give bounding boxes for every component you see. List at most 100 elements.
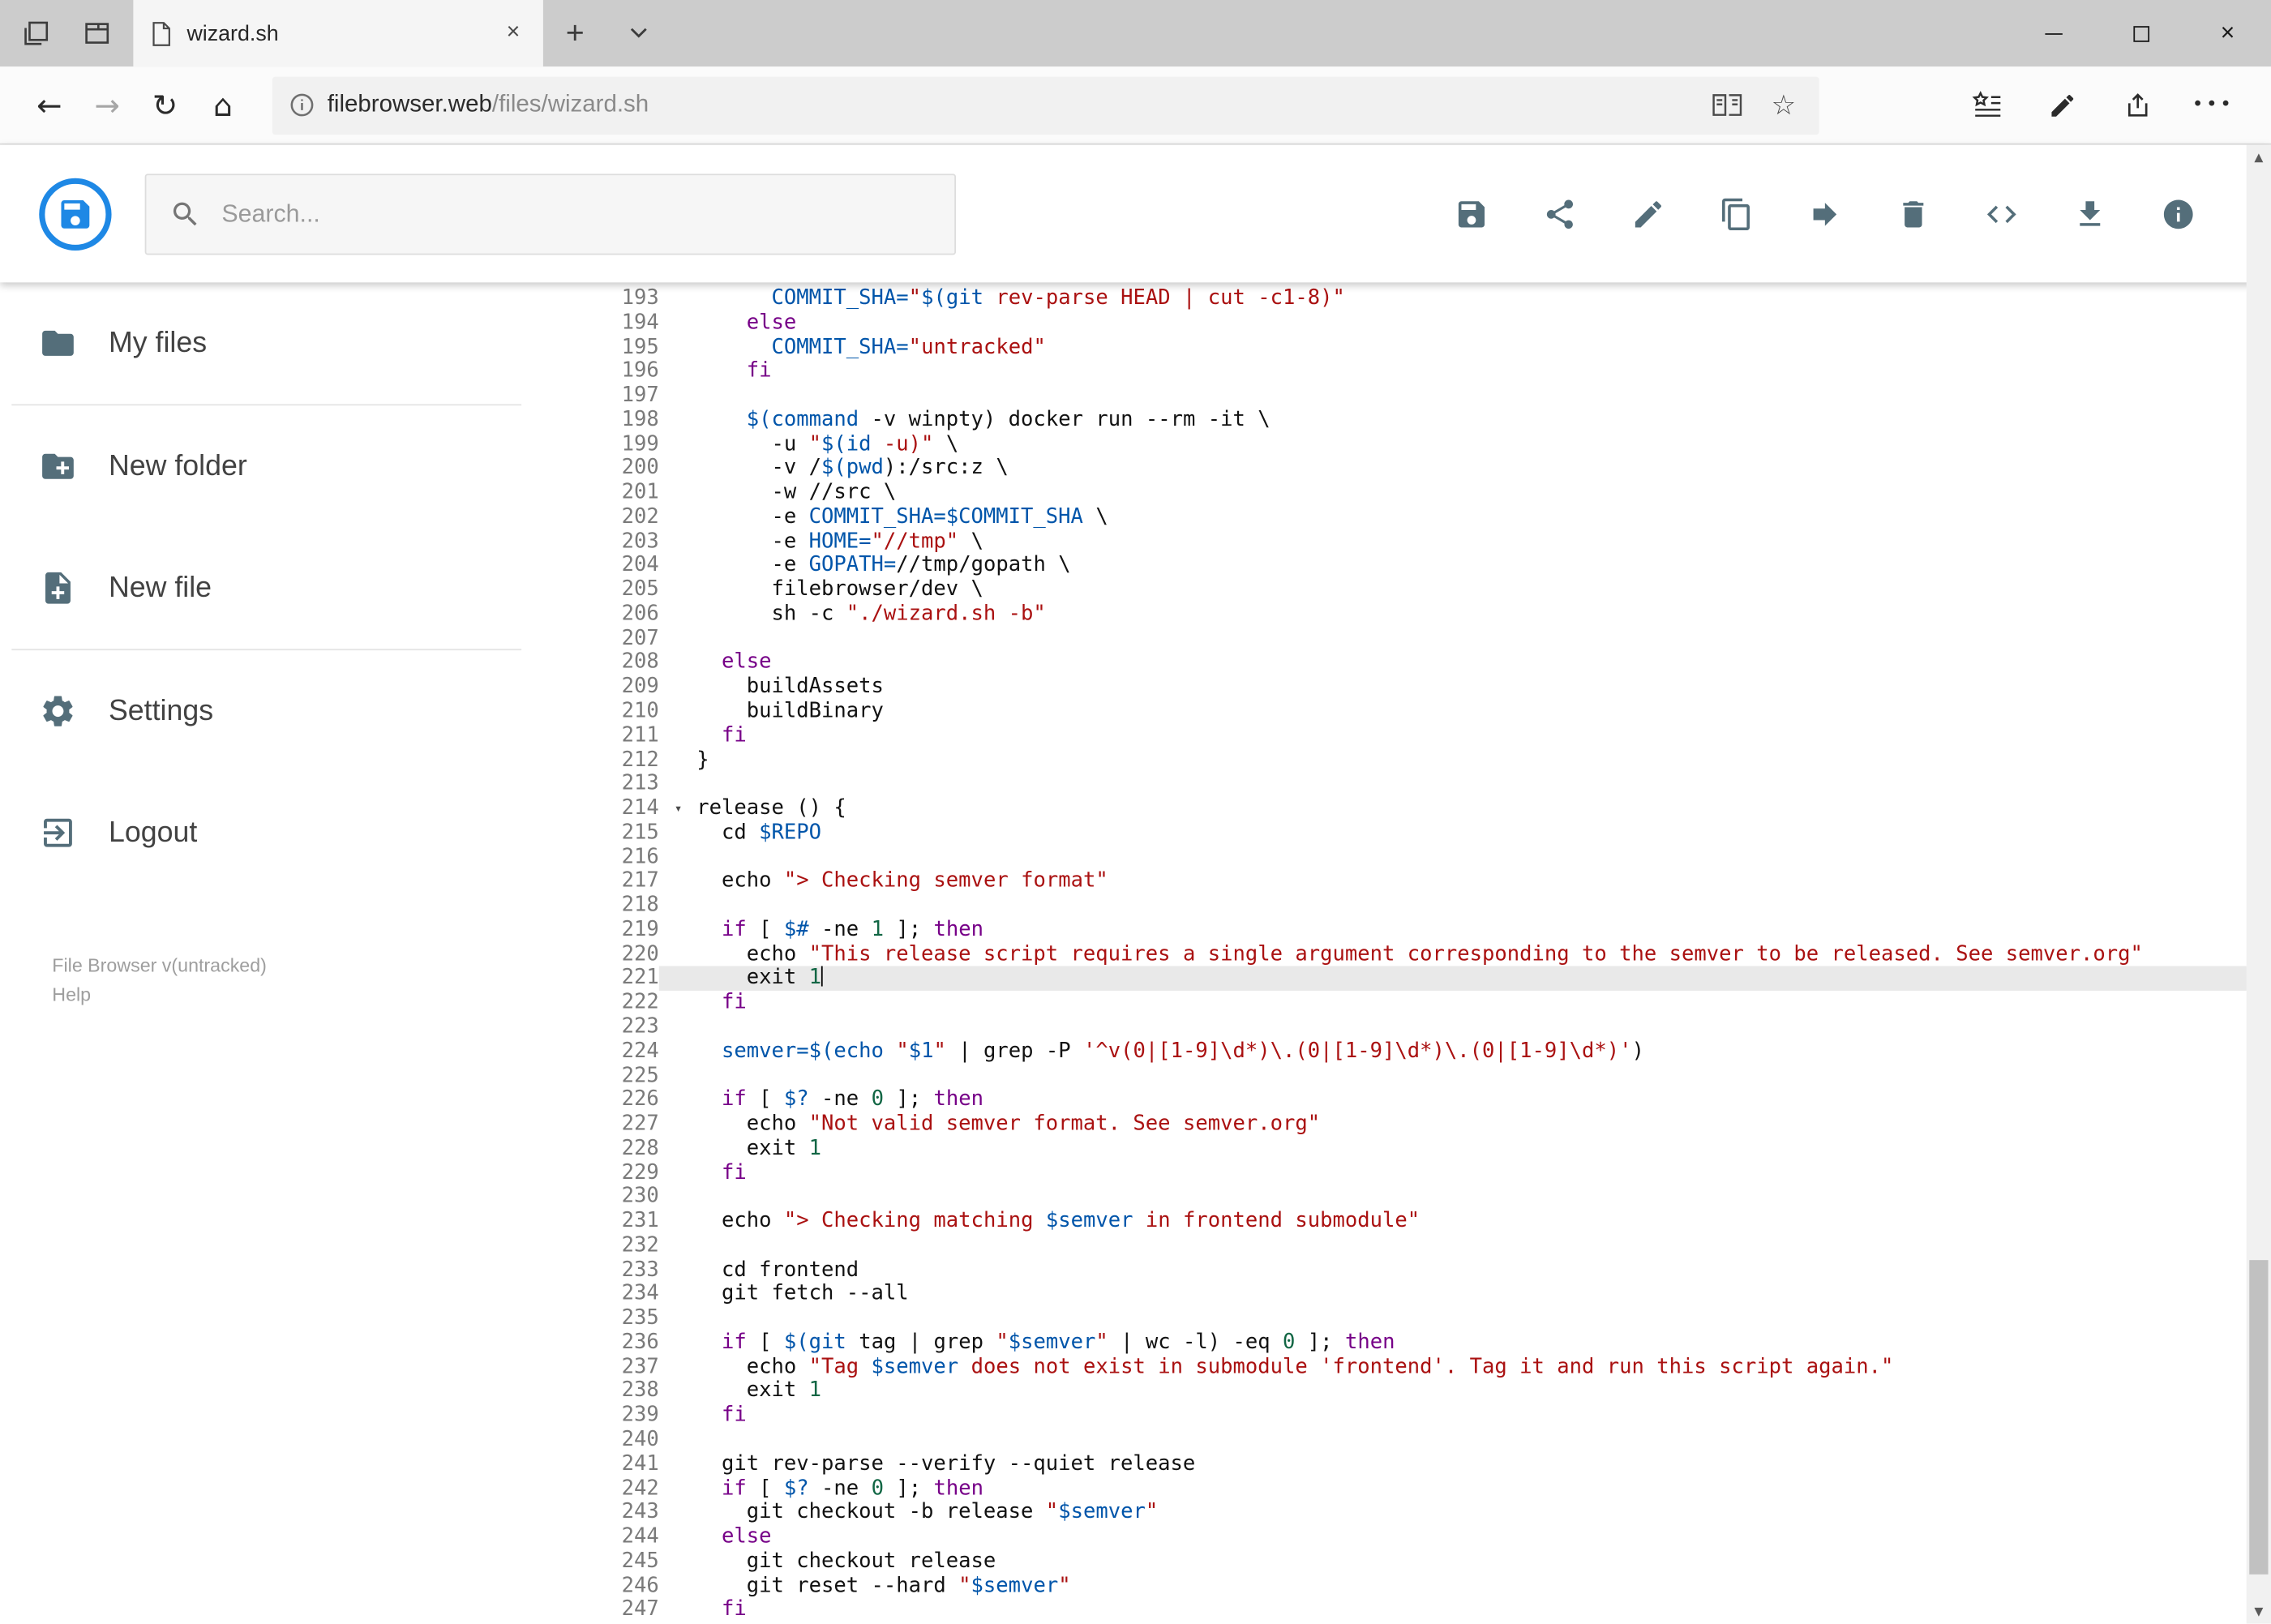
- code-line[interactable]: 235: [580, 1307, 2271, 1331]
- code-line[interactable]: 198 $(command -v winpty) docker run --rm…: [580, 408, 2271, 432]
- code-line[interactable]: 225: [580, 1064, 2271, 1088]
- share-button[interactable]: [2100, 76, 2175, 134]
- fold-marker-icon[interactable]: ▾: [675, 798, 683, 822]
- code-line[interactable]: 241 git rev-parse --verify --quiet relea…: [580, 1452, 2271, 1476]
- back-button[interactable]: ←: [20, 76, 78, 134]
- forward-button[interactable]: →: [78, 76, 135, 134]
- search-input[interactable]: [221, 199, 932, 229]
- filebrowser-logo[interactable]: [39, 177, 112, 251]
- code-line[interactable]: 215 cd $REPO: [580, 821, 2271, 846]
- code-line[interactable]: 209 buildAssets: [580, 675, 2271, 700]
- code-line[interactable]: 200 -v /$(pwd):/src:z \: [580, 456, 2271, 481]
- copy-button[interactable]: [1719, 196, 1754, 231]
- web-note-button[interactable]: [2025, 76, 2100, 134]
- code-line[interactable]: 210 buildBinary: [580, 700, 2271, 724]
- window-close-button[interactable]: ×: [2184, 0, 2271, 66]
- code-line[interactable]: 229 fi: [580, 1161, 2271, 1185]
- code-line[interactable]: 237 echo "Tag $semver does not exist in …: [580, 1356, 2271, 1380]
- code-line[interactable]: 217 echo "> Checking semver format": [580, 870, 2271, 894]
- code-line[interactable]: 207: [580, 627, 2271, 651]
- help-link[interactable]: Help: [52, 980, 579, 1009]
- code-line[interactable]: 193 COMMIT_SHA="$(git rev-parse HEAD | c…: [580, 287, 2271, 311]
- site-info-icon[interactable]: [289, 92, 314, 117]
- info-button[interactable]: [2161, 196, 2196, 231]
- code-line[interactable]: 213: [580, 773, 2271, 797]
- code-line[interactable]: 246 git reset --hard "$semver": [580, 1574, 2271, 1598]
- scroll-up-icon[interactable]: ▲: [2247, 145, 2271, 169]
- sidebar-item-my-files[interactable]: My files: [0, 282, 580, 404]
- address-bar[interactable]: filebrowser.web/files/wizard.sh ☆: [272, 75, 1819, 135]
- code-line[interactable]: 203 -e HOME="//tmp" \: [580, 529, 2271, 554]
- code-line[interactable]: 208 else: [580, 651, 2271, 675]
- favorite-star-icon[interactable]: ☆: [1772, 89, 1796, 121]
- code-line[interactable]: 222 fi: [580, 991, 2271, 1015]
- code-line[interactable]: 201 -w //src \: [580, 481, 2271, 505]
- code-editor[interactable]: 193 COMMIT_SHA="$(git rev-parse HEAD | c…: [580, 282, 2271, 1623]
- code-line[interactable]: 243 git checkout -b release "$semver": [580, 1501, 2271, 1525]
- code-line[interactable]: 242 if [ $? -ne 0 ]; then: [580, 1476, 2271, 1501]
- code-line[interactable]: 220 echo "This release script requires a…: [580, 942, 2271, 966]
- code-line[interactable]: 211 fi: [580, 724, 2271, 748]
- code-line[interactable]: 230: [580, 1185, 2271, 1210]
- sidebar-item-new-folder[interactable]: New folder: [0, 405, 580, 527]
- code-line[interactable]: 245 git checkout release: [580, 1549, 2271, 1574]
- window-maximize-button[interactable]: [2097, 0, 2184, 66]
- code-line[interactable]: 244 else: [580, 1525, 2271, 1549]
- reading-view-icon[interactable]: [1712, 92, 1742, 117]
- code-line[interactable]: 240: [580, 1428, 2271, 1452]
- code-line[interactable]: 212}: [580, 748, 2271, 773]
- refresh-button[interactable]: ↻: [136, 76, 194, 134]
- code-line[interactable]: 239 fi: [580, 1403, 2271, 1428]
- switch-view-button[interactable]: [1984, 196, 2019, 231]
- code-line[interactable]: 224 semver=$(echo "$1" | grep -P '^v(0|[…: [580, 1039, 2271, 1064]
- code-line[interactable]: 233 cd frontend: [580, 1258, 2271, 1283]
- code-line[interactable]: 194 else: [580, 311, 2271, 336]
- code-line[interactable]: 204 -e GOPATH=//tmp/gopath \: [580, 554, 2271, 578]
- home-button[interactable]: ⌂: [194, 76, 251, 134]
- code-line[interactable]: 236 if [ $(git tag | grep "$semver" | wc…: [580, 1331, 2271, 1356]
- code-line[interactable]: 196 fi: [580, 360, 2271, 384]
- scroll-down-icon[interactable]: ▼: [2247, 1599, 2271, 1623]
- set-aside-tabs-button[interactable]: [11, 9, 61, 58]
- code-line[interactable]: 216: [580, 846, 2271, 870]
- code-line[interactable]: 221 exit 1: [580, 966, 2271, 992]
- delete-button[interactable]: [1896, 196, 1930, 231]
- sidebar-item-logout[interactable]: Logout: [0, 772, 580, 893]
- hub-favorites-button[interactable]: [1949, 76, 2025, 134]
- code-line[interactable]: 227 echo "Not valid semver format. See s…: [580, 1112, 2271, 1137]
- code-line[interactable]: 205 filebrowser/dev \: [580, 578, 2271, 602]
- vertical-scrollbar[interactable]: ▲ ▼: [2246, 144, 2271, 1624]
- new-tab-button[interactable]: +: [543, 0, 607, 66]
- tab-list-button[interactable]: [607, 0, 671, 66]
- sidebar-item-new-file[interactable]: New file: [0, 527, 580, 649]
- window-minimize-button[interactable]: [2011, 0, 2097, 66]
- code-line[interactable]: 223: [580, 1015, 2271, 1039]
- scrollbar-thumb[interactable]: [2249, 1260, 2269, 1575]
- code-line[interactable]: 218: [580, 893, 2271, 918]
- download-button[interactable]: [2072, 196, 2107, 231]
- browser-tab[interactable]: wizard.sh ×: [133, 0, 543, 67]
- settings-menu-button[interactable]: •••: [2175, 76, 2251, 134]
- code-line[interactable]: 232: [580, 1234, 2271, 1258]
- code-line[interactable]: 214 ▾ release () {: [580, 797, 2271, 821]
- search-bar[interactable]: [144, 173, 957, 255]
- code-line[interactable]: 199 -u "$(id -u)" \: [580, 432, 2271, 456]
- code-line[interactable]: 197: [580, 384, 2271, 409]
- tab-close-button[interactable]: ×: [500, 21, 525, 45]
- save-button[interactable]: [1455, 196, 1489, 231]
- code-line[interactable]: 195 COMMIT_SHA="untracked": [580, 336, 2271, 360]
- code-line[interactable]: 226 if [ $? -ne 0 ]; then: [580, 1088, 2271, 1112]
- share-file-button[interactable]: [1543, 196, 1578, 231]
- code-line[interactable]: 231 echo "> Checking matching $semver in…: [580, 1210, 2271, 1234]
- rename-button[interactable]: [1630, 196, 1665, 231]
- code-line[interactable]: 234 git fetch --all: [580, 1283, 2271, 1307]
- code-line[interactable]: 219 if [ $# -ne 1 ]; then: [580, 918, 2271, 942]
- tab-preview-button[interactable]: [72, 9, 122, 58]
- sidebar-item-settings[interactable]: Settings: [0, 650, 580, 772]
- code-line[interactable]: 247 fi: [580, 1598, 2271, 1622]
- code-line[interactable]: 206 sh -c "./wizard.sh -b": [580, 602, 2271, 627]
- code-line[interactable]: 202 -e COMMIT_SHA=$COMMIT_SHA \: [580, 505, 2271, 529]
- code-line[interactable]: 238 exit 1: [580, 1379, 2271, 1403]
- code-line[interactable]: 228 exit 1: [580, 1137, 2271, 1161]
- move-button[interactable]: [1807, 196, 1842, 231]
